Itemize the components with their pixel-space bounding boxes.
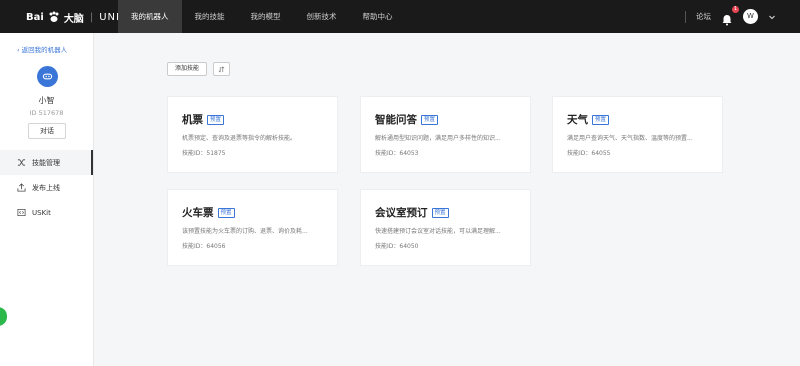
skill-card-title: 智能问答 预置: [375, 112, 439, 127]
skill-card-description: 快速搭建预订会议室对话技能，可以满足理解...: [375, 228, 501, 235]
sidebar-item-label: 发布上线: [32, 183, 60, 192]
floating-feedback-button[interactable]: [0, 306, 8, 327]
logo-separator: |: [89, 11, 94, 23]
sidebar: ‹ 返回我的机器人 小智 ID 517678 对话 技能管理 发布上线 USKi…: [0, 33, 94, 366]
skill-card-meeting-room[interactable]: 会议室预订 预置 快速搭建预订会议室对话技能，可以满足理解... 技能ID：64…: [360, 189, 531, 266]
shuffle-icon: [17, 159, 26, 166]
top-nav-bar: Bai 大脑 | UNIT 我的机器人 我的技能 我的模型 创新技术 帮助中心 …: [0, 0, 800, 33]
nav-my-skills[interactable]: 我的技能: [182, 0, 238, 33]
notification-button[interactable]: 1: [721, 5, 739, 25]
upload-icon: [17, 183, 26, 192]
bot-name: 小智: [38, 96, 55, 105]
nav-my-bots[interactable]: 我的机器人: [118, 0, 182, 33]
forum-link[interactable]: 论坛: [696, 11, 711, 22]
baidu-brain-logo[interactable]: Bai 大脑 | UNIT: [26, 9, 127, 25]
sidebar-item-uskit[interactable]: USKit: [0, 200, 93, 225]
add-skill-button[interactable]: 添加技能: [167, 62, 208, 76]
sidebar-item-label: 技能管理: [32, 158, 60, 167]
skill-card-description: 机票预定、查询及退票等指令的解析技能。: [182, 135, 297, 142]
skill-card-title: 机票 预置: [182, 112, 225, 127]
skill-card-flight[interactable]: 机票 预置 机票预定、查询及退票等指令的解析技能。 技能ID：51875: [167, 96, 338, 173]
skill-card-id: 技能ID：64055: [567, 150, 611, 157]
skill-card-id: 技能ID：51875: [182, 150, 226, 157]
preset-tag: 预置: [217, 207, 235, 218]
logo-cn: 大脑: [63, 13, 84, 25]
skill-title-text: 火车票: [182, 207, 214, 219]
preset-tag: 预置: [207, 114, 225, 125]
robot-icon: [42, 73, 53, 80]
bot-id: ID 517678: [29, 109, 64, 117]
divider: [685, 10, 686, 23]
skill-card-title: 会议室预订 预置: [375, 205, 449, 220]
skill-card-description: 该预置技能为火车票的订购、退票、询价及耗...: [182, 228, 308, 235]
chat-button[interactable]: 对话: [28, 123, 66, 139]
main-nav: 我的机器人 我的技能 我的模型 创新技术 帮助中心: [118, 0, 406, 33]
nav-help-center[interactable]: 帮助中心: [350, 0, 406, 33]
sidebar-item-skill-management[interactable]: 技能管理: [0, 150, 93, 175]
skill-card-description: 满足用户查询天气、天气指数、温度等的预置...: [567, 135, 693, 142]
logo-text: Bai: [26, 11, 44, 23]
code-icon: [17, 208, 26, 217]
skill-title-text: 智能问答: [375, 114, 417, 126]
user-avatar[interactable]: W: [743, 9, 758, 24]
skill-card-description: 解析通用型知识问题，满足用户多样性的知识...: [375, 135, 501, 142]
skill-card-id: 技能ID：64053: [375, 150, 419, 157]
nav-innovation[interactable]: 创新技术: [294, 0, 350, 33]
skill-card-train[interactable]: 火车票 预置 该预置技能为火车票的订购、退票、询价及耗... 技能ID：6405…: [167, 189, 338, 266]
bell-icon: [722, 14, 732, 25]
skill-title-text: 天气: [567, 114, 588, 126]
skill-title-text: 机票: [182, 114, 203, 126]
top-right-area: 论坛 1 W: [685, 0, 776, 33]
skill-card-title: 天气 预置: [567, 112, 610, 127]
skill-card-title: 火车票 预置: [182, 205, 235, 220]
sidebar-menu: 技能管理 发布上线 USKit: [0, 150, 93, 225]
sort-button[interactable]: [213, 62, 231, 76]
sidebar-item-publish[interactable]: 发布上线: [0, 175, 93, 200]
back-label: 返回我的机器人: [21, 46, 68, 54]
skill-card-weather[interactable]: 天气 预置 满足用户查询天气、天气指数、温度等的预置... 技能ID：64055: [552, 96, 723, 173]
sort-icon: [218, 65, 225, 72]
bot-avatar: [37, 66, 58, 87]
back-to-my-bots-link[interactable]: ‹ 返回我的机器人: [17, 44, 67, 54]
sidebar-item-label: USKit: [32, 208, 51, 217]
preset-tag: 预置: [421, 114, 439, 125]
skill-card-qa[interactable]: 智能问答 预置 解析通用型知识问题，满足用户多样性的知识... 技能ID：640…: [360, 96, 531, 173]
skill-title-text: 会议室预订: [375, 207, 428, 219]
paw-icon: [49, 11, 59, 22]
preset-tag: 预置: [592, 114, 610, 125]
chevron-down-icon[interactable]: [768, 13, 776, 21]
preset-tag: 预置: [431, 207, 449, 218]
skill-toolbar: 添加技能: [167, 62, 231, 76]
notification-badge: 1: [731, 5, 739, 13]
nav-my-models[interactable]: 我的模型: [238, 0, 294, 33]
skill-card-id: 技能ID：64050: [375, 243, 419, 250]
skill-card-id: 技能ID：64056: [182, 243, 226, 250]
